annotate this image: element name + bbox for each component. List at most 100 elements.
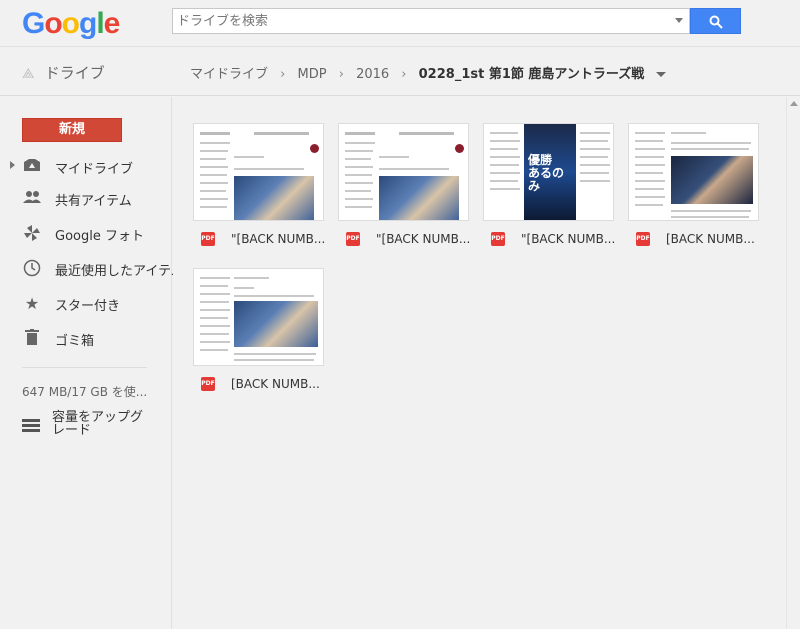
storage-usage: 647 MB/17 GB を使... [22, 385, 148, 399]
breadcrumb-item[interactable]: 2016 [356, 67, 389, 82]
upgrade-label: 容量をアップグレード [52, 410, 144, 438]
doc-line [490, 188, 520, 190]
player-photo [234, 301, 318, 347]
logo-letter: G [22, 7, 45, 40]
doc-header [399, 132, 454, 135]
doc-line [200, 317, 228, 319]
doc-line [580, 156, 608, 158]
doc-line [580, 140, 608, 142]
search-options-dropdown[interactable] [675, 18, 683, 23]
google-logo[interactable]: Google [22, 7, 120, 41]
pdf-icon: PDF [636, 232, 650, 246]
doc-line [490, 164, 519, 166]
doc-line [200, 325, 230, 327]
file-name: "[BACK NUMB... [521, 232, 616, 246]
doc-line [580, 148, 610, 150]
doc-line [379, 168, 449, 170]
doc-line [379, 156, 409, 158]
logo-letter: l [96, 7, 104, 40]
doc-line [200, 349, 228, 351]
file-thumbnail [628, 123, 759, 221]
doc-line [200, 301, 229, 303]
sidebar-item-label: ゴミ箱 [55, 334, 95, 349]
doc-line [200, 206, 227, 208]
doc-line [671, 216, 749, 218]
sidebar-item-label: 共有アイテム [55, 194, 132, 209]
breadcrumb-item[interactable]: MDP [298, 67, 327, 82]
doc-line [234, 295, 314, 297]
breadcrumb-current[interactable]: 0228_1st 第1節 鹿島アントラーズ戦 [419, 67, 645, 82]
sidebar-item-label: Google フォト [55, 229, 144, 244]
doc-line [671, 132, 706, 134]
file-name: [BACK NUMB... [666, 232, 755, 246]
shared-icon [22, 189, 42, 209]
search-box [172, 8, 690, 34]
doc-line [200, 285, 228, 287]
doc-line [234, 287, 254, 289]
club-badge-icon [310, 144, 319, 153]
doc-line [200, 142, 230, 144]
sidebar-item-shared[interactable]: 共有アイテム [0, 185, 172, 213]
doc-line [200, 293, 230, 295]
file-name: [BACK NUMB... [231, 377, 320, 391]
expand-arrow-icon[interactable] [10, 161, 15, 169]
sidebar-item-label: 最近使用したアイテム [55, 264, 184, 279]
doc-line [200, 190, 226, 192]
doc-line [234, 353, 316, 355]
doc-line [345, 206, 372, 208]
breadcrumb: マイドライブ › MDP › 2016 › 0228_1st 第1節 鹿島アント… [190, 63, 667, 82]
doc-header [254, 132, 309, 135]
sidebar-item-trash[interactable]: ゴミ箱 [0, 325, 172, 353]
doc-line [200, 277, 230, 279]
doc-line [345, 198, 373, 200]
sidebar-item-starred[interactable]: ★ スター付き [0, 290, 172, 318]
search-input[interactable] [173, 9, 653, 33]
doc-line [490, 156, 520, 158]
search-button[interactable] [690, 8, 741, 34]
scroll-up-arrow-icon[interactable] [790, 101, 798, 106]
doc-line [490, 148, 518, 150]
recent-icon [22, 259, 42, 279]
new-button[interactable]: 新規 [22, 118, 122, 142]
doc-line [200, 158, 226, 160]
file-name-row: PDF [BACK NUMB... [636, 232, 761, 250]
doc-line [345, 158, 371, 160]
star-icon: ★ [24, 294, 40, 313]
doc-line [345, 142, 375, 144]
player-photo [234, 176, 314, 220]
doc-line [580, 180, 610, 182]
logo-letter: g [79, 7, 97, 40]
doc-line [635, 140, 663, 142]
doc-line [635, 156, 664, 158]
doc-line [200, 174, 227, 176]
doc-line [635, 196, 665, 198]
sidebar-item-photos[interactable]: Google フォト [0, 220, 172, 248]
app-title-text: ドライブ [44, 64, 105, 82]
pdf-icon: PDF [346, 232, 360, 246]
doc-line [234, 156, 264, 158]
sidebar-item-my-drive[interactable]: マイドライブ [0, 153, 172, 181]
photos-icon [22, 224, 42, 244]
doc-line [635, 148, 665, 150]
doc-line [490, 140, 520, 142]
doc-line [200, 309, 230, 311]
doc-line [490, 172, 520, 174]
sidebar-item-recent[interactable]: 最近使用したアイテム [0, 255, 184, 283]
doc-line [671, 210, 751, 212]
doc-line [671, 142, 751, 144]
file-thumbnail [193, 123, 324, 221]
doc-line [490, 180, 518, 182]
breadcrumb-item[interactable]: マイドライブ [190, 67, 268, 82]
club-badge-icon [455, 144, 464, 153]
storage-icon [22, 419, 40, 437]
doc-line [635, 204, 663, 206]
file-name-row: PDF "[BACK NUMB... [346, 232, 471, 250]
sidebar: 新規 マイドライブ 共有アイテム Google フォト 最近使用したアイテム ★… [0, 97, 184, 629]
my-drive-icon [22, 157, 42, 177]
doc-line [671, 148, 749, 150]
player-photo [379, 176, 459, 220]
scrollbar[interactable] [786, 97, 800, 629]
sidebar-divider [22, 367, 147, 368]
doc-line [580, 164, 610, 166]
chevron-down-icon[interactable] [656, 72, 667, 77]
